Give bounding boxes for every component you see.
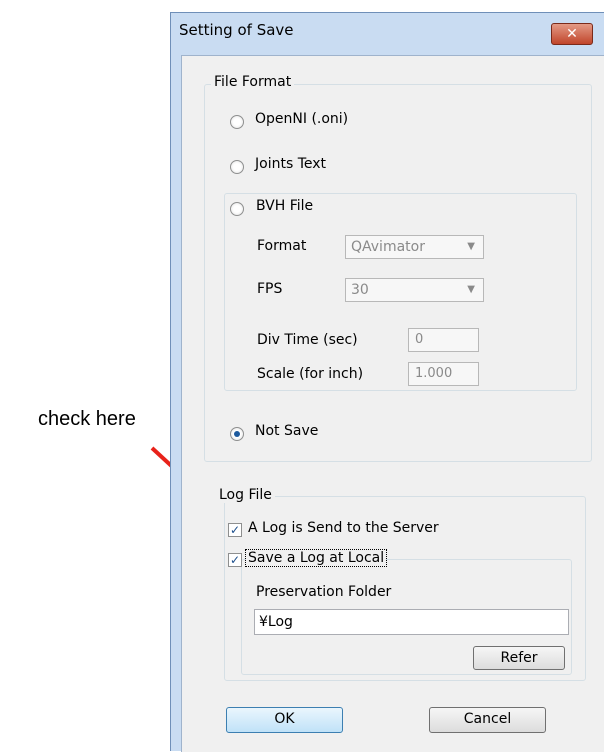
bvh-fps-label: FPS: [257, 281, 283, 297]
bvh-fps-value: 30: [351, 282, 369, 298]
radio-openni-label[interactable]: OpenNI (.oni): [255, 111, 348, 127]
scale-field[interactable]: 1.000: [408, 362, 479, 386]
div-time-label: Div Time (sec): [257, 332, 358, 348]
bvh-format-value: QAvimator: [351, 239, 425, 255]
radio-bvh-file[interactable]: [230, 202, 244, 216]
log-file-legend: Log File: [216, 487, 275, 503]
preservation-folder-label: Preservation Folder: [256, 584, 392, 600]
bvh-format-label: Format: [257, 238, 307, 254]
ok-button[interactable]: OK: [226, 707, 343, 733]
save-settings-dialog: Setting of Save ✕ File Format OpenNI (.o…: [170, 12, 604, 752]
radio-not-save-label[interactable]: Not Save: [255, 423, 318, 439]
div-time-field[interactable]: 0: [408, 328, 479, 352]
close-icon: ✕: [566, 26, 578, 42]
refer-button[interactable]: Refer: [473, 646, 565, 670]
ok-button-label: OK: [274, 711, 295, 727]
radio-joints-text-label[interactable]: Joints Text: [255, 156, 326, 172]
chevron-down-icon: ▼: [467, 241, 475, 252]
scale-label: Scale (for inch): [257, 366, 364, 382]
bvh-format-select[interactable]: QAvimator ▼: [345, 235, 484, 259]
send-to-server-label[interactable]: A Log is Send to the Server: [248, 520, 439, 536]
radio-openni[interactable]: [230, 115, 244, 129]
chevron-down-icon: ▼: [467, 284, 475, 295]
radio-joints-text[interactable]: [230, 160, 244, 174]
dialog-title: Setting of Save: [179, 21, 294, 39]
radio-bvh-file-label[interactable]: BVH File: [252, 198, 318, 214]
dialog-client-area: File Format OpenNI (.oni) Joints Text BV…: [181, 55, 604, 752]
refer-button-label: Refer: [500, 650, 538, 666]
cancel-button-label: Cancel: [463, 711, 512, 727]
preservation-folder-input[interactable]: ¥Log: [254, 609, 569, 635]
file-format-legend: File Format: [211, 74, 295, 90]
close-button[interactable]: ✕: [551, 23, 593, 45]
scale-value: 1.000: [415, 366, 453, 381]
cancel-button[interactable]: Cancel: [429, 707, 546, 733]
radio-not-save[interactable]: [230, 427, 244, 441]
preservation-folder-value: ¥Log: [259, 614, 293, 630]
send-to-server-checkbox[interactable]: ✓: [228, 523, 242, 537]
title-bar: Setting of Save ✕: [171, 13, 604, 53]
save-local-checkbox[interactable]: ✓: [228, 553, 242, 567]
bvh-fps-select[interactable]: 30 ▼: [345, 278, 484, 302]
save-local-label[interactable]: Save a Log at Local: [244, 549, 388, 567]
div-time-value: 0: [415, 332, 424, 347]
